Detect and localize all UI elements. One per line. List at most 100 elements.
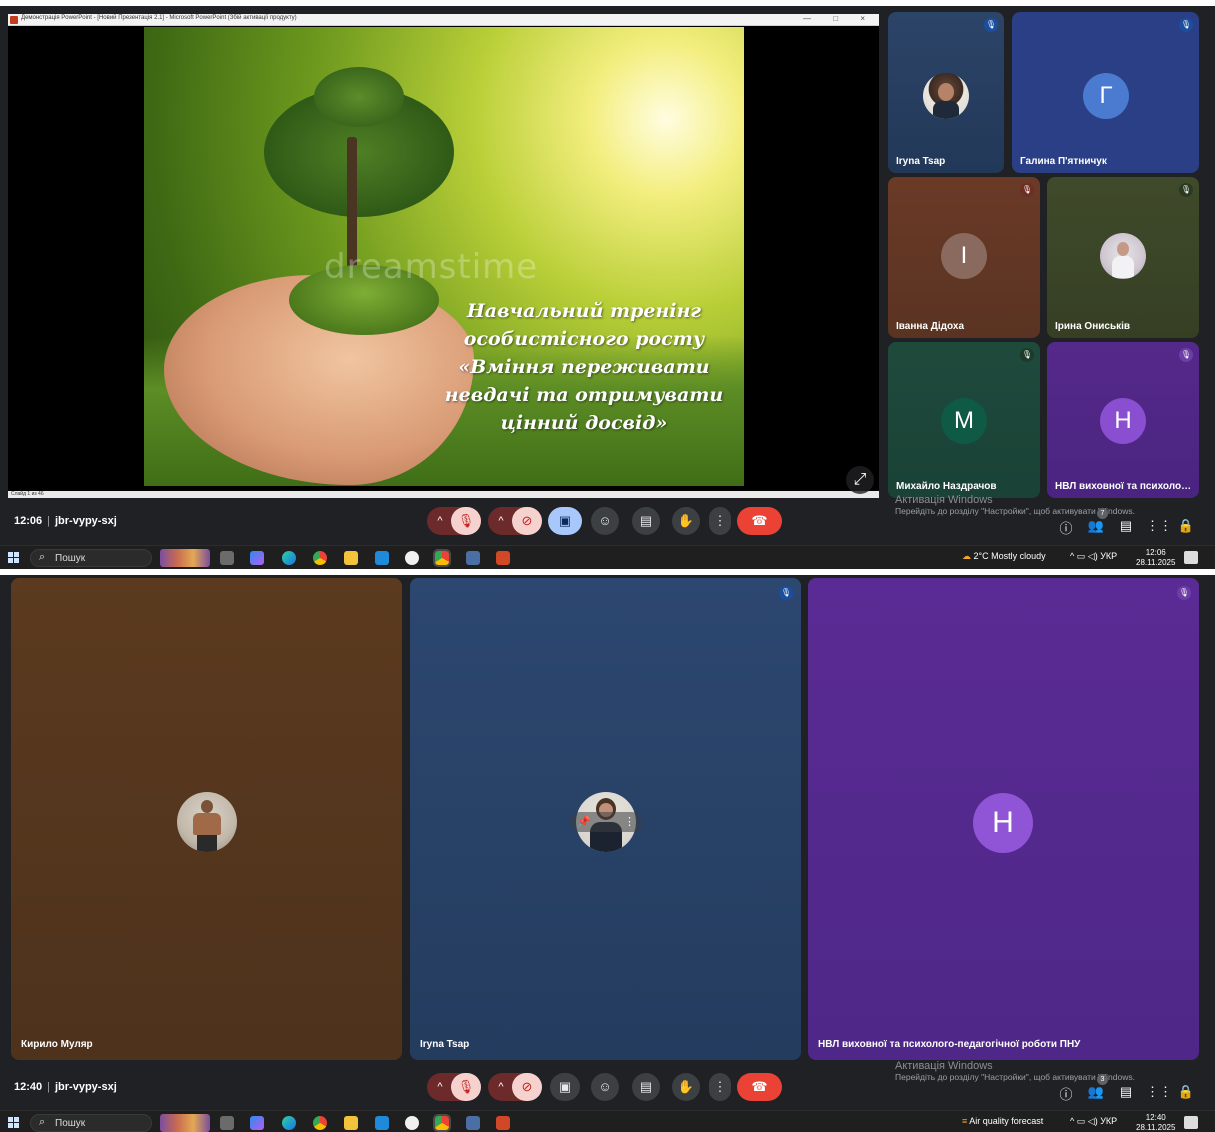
participant-tile[interactable]: 🎙 Н НВЛ виховної та психолого-педагогічн… xyxy=(808,578,1199,1060)
participant-tile[interactable]: 🎙 Ірина Ониськів xyxy=(1047,177,1199,338)
emoji-icon[interactable]: ☺ xyxy=(591,507,619,535)
file-explorer-icon[interactable] xyxy=(344,551,358,565)
camera-options-button[interactable]: ^ xyxy=(494,1073,508,1101)
chat-icon[interactable]: ▤ xyxy=(1116,518,1136,534)
telegram-icon[interactable] xyxy=(375,1116,389,1130)
more-vert-icon[interactable]: ⋮ xyxy=(624,812,635,832)
system-tray[interactable]: ^ ▭ ◁) УКР xyxy=(1070,1116,1117,1127)
present-icon[interactable]: ▣ xyxy=(548,507,582,535)
calculator-icon[interactable] xyxy=(466,1116,480,1130)
taskbar-widget-image[interactable] xyxy=(160,1114,210,1132)
taskbar-search[interactable]: ⌕ Пошук xyxy=(30,1114,152,1132)
powerpoint-icon[interactable] xyxy=(496,1116,510,1130)
avatar-legs xyxy=(197,835,217,852)
telegram-icon[interactable] xyxy=(375,551,389,565)
participant-tile[interactable]: Кирило Муляр xyxy=(11,578,402,1060)
mic-options-button[interactable]: ^ xyxy=(433,1073,447,1101)
mic-off-icon: 🎙 xyxy=(1179,18,1193,32)
windows-start-icon[interactable] xyxy=(8,552,19,563)
system-tray[interactable]: ^ ▭ ◁) УКР xyxy=(1070,551,1117,562)
file-explorer-icon[interactable] xyxy=(344,1116,358,1130)
meeting-control-bar: 12:06 | jbr-vypy-sxj ^ 🎙 ^ ⊘ ▣ ☺ ▤ ✋ ⋮ ☎ А… xyxy=(0,495,1215,542)
participant-tile[interactable]: 🎙 📌 ⋮ Iryna Tsap xyxy=(410,578,801,1060)
mic-off-icon[interactable]: 🎙 xyxy=(451,507,481,535)
participant-tile[interactable]: 🎙 М Михайло Наздрачов xyxy=(888,342,1040,498)
end-call-icon[interactable]: ☎ xyxy=(737,1073,782,1101)
slide-title-line: особистісного росту xyxy=(463,328,705,350)
taskbar-widget-image[interactable] xyxy=(160,549,210,567)
app-icon[interactable] xyxy=(405,551,419,565)
camera-off-icon[interactable]: ⊘ xyxy=(512,1073,542,1101)
weather-icon: ☁ xyxy=(962,551,971,561)
info-icon[interactable]: ⓘ xyxy=(1056,1084,1076,1103)
participant-name: Кирило Муляр xyxy=(21,1039,93,1050)
participant-name: НВЛ виховної та психоло… xyxy=(1055,481,1192,492)
chat-icon[interactable]: ▤ xyxy=(1116,1084,1136,1100)
mic-off-icon: 🎙 xyxy=(984,18,998,32)
notifications-icon[interactable] xyxy=(1184,551,1198,564)
avatar: Н xyxy=(973,793,1033,853)
captions-icon[interactable]: ▤ xyxy=(632,507,660,535)
taskbar-clock[interactable]: 12:06 28.11.2025 xyxy=(1136,548,1175,568)
participant-tile[interactable]: 🎙 І Іванна Дідоха xyxy=(888,177,1040,338)
chevron-up-icon: ^ xyxy=(1070,551,1075,561)
task-view-icon[interactable] xyxy=(220,1116,234,1130)
clock-time: 12:06 xyxy=(1145,548,1166,557)
window-controls[interactable]: — □ × xyxy=(803,14,875,23)
calculator-icon[interactable] xyxy=(466,551,480,565)
camera-control-group: ^ ⊘ xyxy=(488,1073,542,1101)
host-controls-icon[interactable]: 🔒 xyxy=(1176,1084,1196,1100)
weather-widget[interactable]: ☁ 2°C Mostly cloudy xyxy=(962,551,1046,562)
slide: dreamstime Навчальний тренінг особистісн… xyxy=(144,27,744,486)
activities-icon[interactable]: ⋮⋮ xyxy=(1146,1084,1172,1100)
info-icon[interactable]: ⓘ xyxy=(1056,518,1076,537)
camera-off-icon[interactable]: ⊘ xyxy=(512,507,542,535)
raise-hand-icon[interactable]: ✋ xyxy=(672,507,700,535)
network-icon: ▭ xyxy=(1076,551,1086,561)
participant-tile[interactable]: 🎙 Н НВЛ виховної та психоло… xyxy=(1047,342,1199,498)
pin-icon[interactable]: 📌 xyxy=(577,812,591,832)
mic-off-icon: 🎙 xyxy=(1020,348,1034,362)
taskbar-clock[interactable]: 12:40 28.11.2025 xyxy=(1136,1113,1175,1132)
copilot-icon[interactable] xyxy=(250,1116,264,1130)
present-icon[interactable]: ▣ xyxy=(550,1073,580,1101)
chrome-icon[interactable] xyxy=(313,1116,327,1130)
expand-icon[interactable]: ⤢ xyxy=(846,466,874,494)
more-vert-icon[interactable]: ⋮ xyxy=(709,1073,731,1101)
edge-icon[interactable] xyxy=(282,551,296,565)
volume-icon: ◁) xyxy=(1087,551,1098,561)
emoji-icon[interactable]: ☺ xyxy=(591,1073,619,1101)
chrome-icon[interactable] xyxy=(313,551,327,565)
copilot-icon[interactable] xyxy=(250,551,264,565)
participant-name: Iryna Tsap xyxy=(420,1039,470,1050)
edge-icon[interactable] xyxy=(282,1116,296,1130)
mic-off-icon[interactable]: 🎙 xyxy=(451,1073,481,1101)
windows-taskbar: ⌕ Пошук ☁ 2°C Mostly cloudy ^ ▭ ◁) УКР 1… xyxy=(0,545,1215,569)
raise-hand-icon[interactable]: ✋ xyxy=(672,1073,700,1101)
clock-date: 28.11.2025 xyxy=(1136,558,1176,567)
taskbar-search[interactable]: ⌕ Пошук xyxy=(30,549,152,567)
separator: | xyxy=(47,1081,50,1093)
activities-icon[interactable]: ⋮⋮ xyxy=(1146,518,1172,534)
end-call-icon[interactable]: ☎ xyxy=(737,507,782,535)
meeting-code: jbr-vypy-sxj xyxy=(55,515,117,527)
host-controls-icon[interactable]: 🔒 xyxy=(1176,518,1196,534)
screenshot-bottom: Кирило Муляр 🎙 📌 ⋮ Iryna Tsap 🎙 Н НВЛ ви… xyxy=(0,575,1215,1132)
powerpoint-icon xyxy=(10,16,18,24)
more-vert-icon[interactable]: ⋮ xyxy=(709,507,731,535)
captions-icon[interactable]: ▤ xyxy=(632,1073,660,1101)
windows-start-icon[interactable] xyxy=(8,1117,19,1128)
camera-options-button[interactable]: ^ xyxy=(494,507,508,535)
notifications-icon[interactable] xyxy=(1184,1116,1198,1129)
chrome-active-icon[interactable] xyxy=(433,1114,451,1132)
participant-tile[interactable]: 🎙 Г Галина П'ятничук xyxy=(1012,12,1199,173)
mic-control-group: ^ 🎙 xyxy=(427,507,481,535)
powerpoint-icon[interactable] xyxy=(496,551,510,565)
air-quality-widget[interactable]: ≡ Air quality forecast xyxy=(962,1116,1043,1126)
chrome-active-icon[interactable] xyxy=(433,549,451,567)
task-view-icon[interactable] xyxy=(220,551,234,565)
separator: | xyxy=(47,515,50,527)
app-icon[interactable] xyxy=(405,1116,419,1130)
mic-options-button[interactable]: ^ xyxy=(433,507,447,535)
participant-tile[interactable]: 🎙 Iryna Tsap xyxy=(888,12,1004,173)
